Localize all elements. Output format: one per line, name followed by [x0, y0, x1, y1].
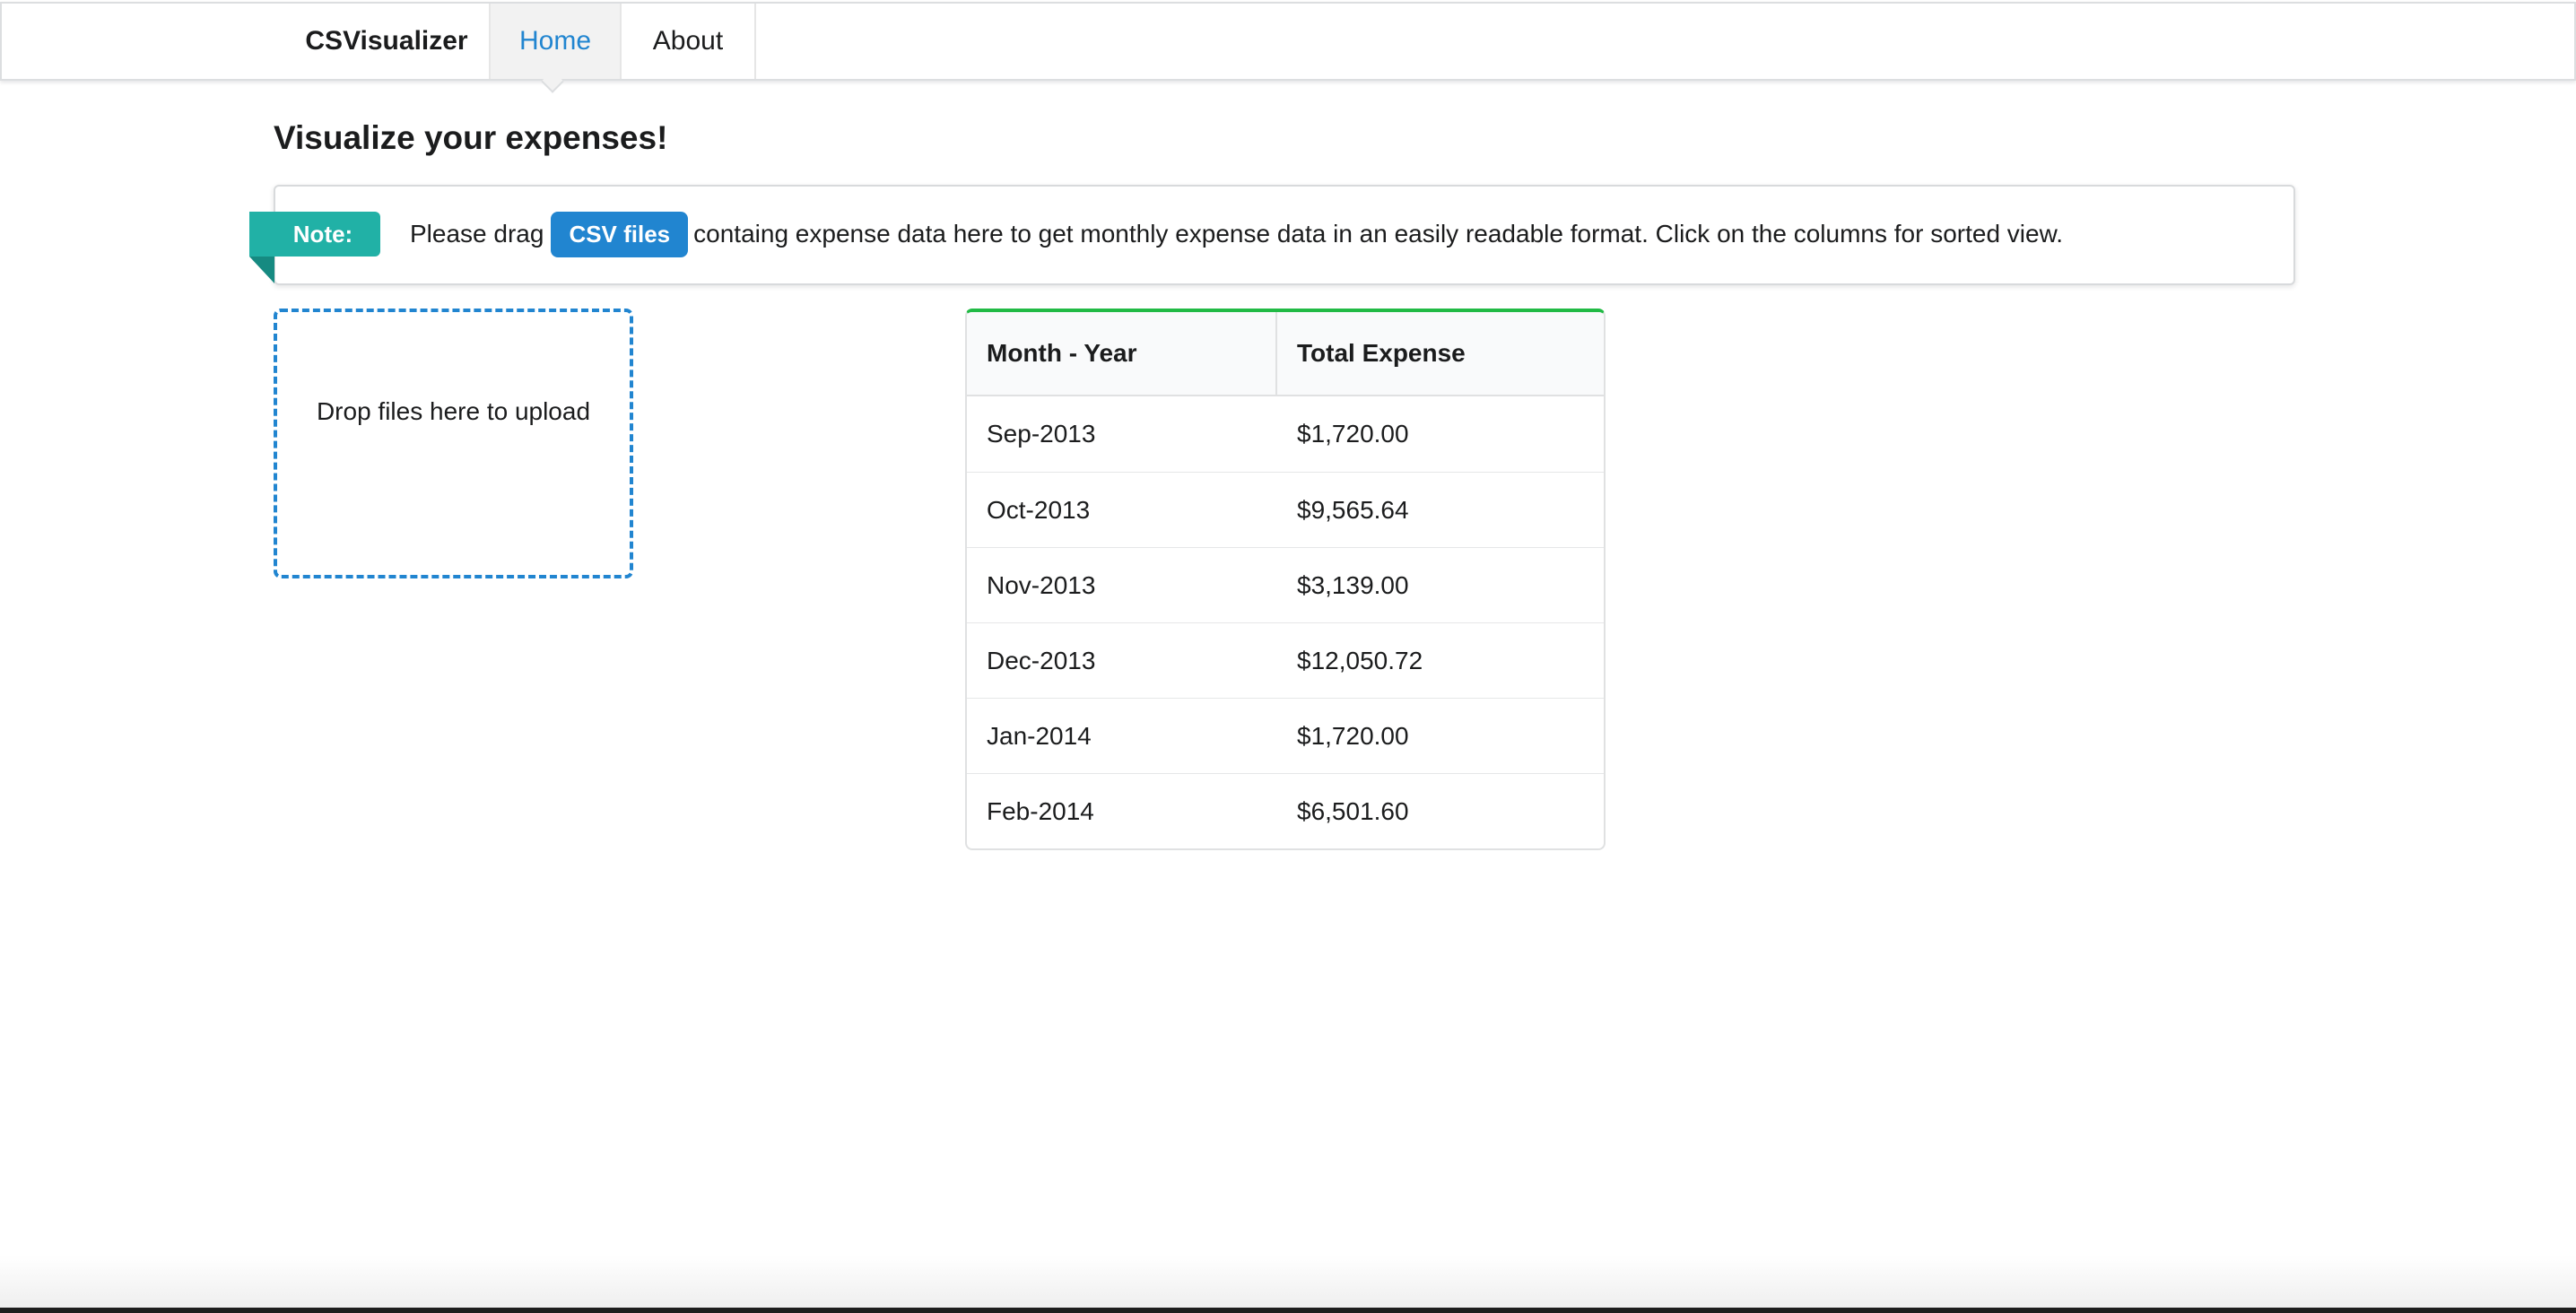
cell-total-expense: $9,565.64 [1277, 472, 1604, 547]
note-ribbon-fold [249, 257, 274, 283]
expense-table: Month - Year Total Expense Sep-2013 $1,7… [965, 309, 1606, 850]
nav-about[interactable]: About [622, 4, 756, 79]
cell-month-year: Jan-2014 [967, 698, 1277, 773]
cell-total-expense: $12,050.72 [1277, 622, 1604, 698]
column-header-month-year[interactable]: Month - Year [967, 312, 1277, 396]
nav-home[interactable]: Home [489, 4, 622, 79]
cell-month-year: Sep-2013 [987, 420, 1096, 448]
cell-total-expense: $1,720.00 [1297, 420, 1409, 448]
dropzone-text: Drop files here to upload [316, 396, 591, 425]
table-row: Feb-2014 $6,501.60 [967, 773, 1604, 848]
column-header-total-expense[interactable]: Total Expense [1277, 312, 1604, 396]
table-header-row: Month - Year Total Expense [967, 312, 1604, 396]
cell-month-year: Oct-2013 [967, 472, 1277, 547]
note-text-before: Please drag [410, 220, 544, 248]
bottom-edge [0, 1308, 2576, 1313]
table-row: Oct-2013 $9,565.64 [967, 472, 1604, 547]
file-dropzone[interactable]: Drop files here to upload [274, 309, 633, 578]
top-menu: CSVisualizer Home About [0, 2, 2576, 81]
cell-total-expense: $3,139.00 [1277, 547, 1604, 622]
cell-total-expense: $1,720.00 [1277, 698, 1604, 773]
cell-total-expense: $6,501.60 [1277, 773, 1604, 848]
page-title: Visualize your expenses! [274, 119, 668, 156]
table-row: Dec-2013 $12,050.72 [967, 622, 1604, 698]
cell-month-year: Feb-2014 [967, 773, 1277, 848]
bottom-shade [0, 1256, 2576, 1313]
table-row: Jan-2014 $1,720.00 [967, 698, 1604, 773]
cell-month-year: Dec-2013 [967, 622, 1277, 698]
note-text: Please drag CSV files containg expense d… [410, 211, 2064, 257]
csv-files-label: CSV files [551, 211, 689, 257]
note-ribbon: Note: [249, 212, 380, 257]
table-row: Sep-2013 $1,720.00 [967, 396, 1604, 472]
brand-link[interactable]: CSVisualizer [283, 4, 490, 79]
cell-month-year: Nov-2013 [967, 547, 1277, 622]
note-text-after: containg expense data here to get monthl… [693, 220, 2064, 248]
table-row: Nov-2013 $3,139.00 [967, 547, 1604, 622]
